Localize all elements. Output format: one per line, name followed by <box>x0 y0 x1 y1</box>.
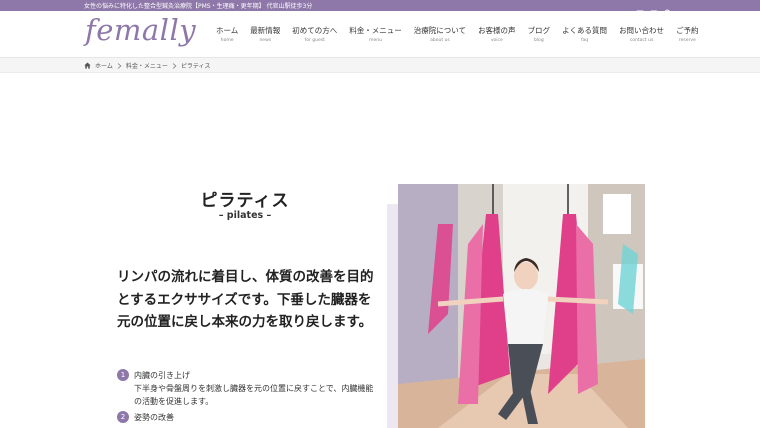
nav-item-home[interactable]: ホーム home <box>210 25 244 43</box>
breadcrumb-current: ピラティス <box>180 63 211 70</box>
breadcrumb-home[interactable]: ホーム <box>95 61 113 70</box>
nav-sublabel: contact us <box>629 38 654 43</box>
nav-item-contact[interactable]: お問い合わせ contact us <box>613 25 670 43</box>
nav-sublabel: for guest <box>304 38 325 43</box>
nav-sublabel: menu <box>369 38 382 43</box>
aerial-pilates-photo <box>398 184 645 428</box>
chevron-right-icon <box>172 62 177 69</box>
nav-label: 料金・メニュー <box>349 26 402 35</box>
nav-sublabel: voice <box>490 38 503 43</box>
nav-item-voice[interactable]: お客様の声 voice <box>472 25 522 43</box>
nav-label: お問い合わせ <box>619 26 665 35</box>
nav-label: ブログ <box>527 26 551 35</box>
breadcrumb: ホーム 料金・メニュー ピラティス <box>0 58 760 73</box>
tagline: 女性の悩みに特化した整合型鍼灸治療院【PMS・生理痛・更年期】 代官山駅徒歩3分 <box>84 3 313 10</box>
site-logo[interactable]: femally <box>85 13 196 47</box>
search-icon[interactable] <box>664 2 672 17</box>
page-subtitle: – pilates – <box>218 210 272 221</box>
nav-item-about-us[interactable]: 治療院について about us <box>408 25 472 43</box>
nav-item-blog[interactable]: ブログ blog <box>522 25 557 43</box>
nav-item-for-guest[interactable]: 初めての方へ for guest <box>286 25 343 43</box>
nav-sublabel: faq <box>580 38 589 43</box>
nav-sublabel: home <box>220 38 234 43</box>
nav-label: よくある質問 <box>562 26 608 35</box>
nav-sublabel: reserve <box>678 38 696 43</box>
nav-label: 最新情報 <box>250 26 281 35</box>
nav-label: ホーム <box>216 26 239 35</box>
top-bar: 女性の悩みに特化した整合型鍼灸治療院【PMS・生理痛・更年期】 代官山駅徒歩3分 <box>0 0 760 17</box>
point-title: 内臓の引き上げ <box>134 371 190 380</box>
chevron-right-icon <box>117 62 122 69</box>
mail-icon[interactable] <box>650 2 658 15</box>
nav-label: 治療院について <box>413 26 467 35</box>
breadcrumb-menu[interactable]: 料金・メニュー <box>126 61 168 70</box>
nav-sublabel: about us <box>430 38 450 43</box>
point-description: 下半身や骨盤周りを刺激し臓器を元の位置に戻すことで、内臓機能の活動を促進します。 <box>134 384 374 406</box>
youtube-icon[interactable] <box>636 2 644 15</box>
nav-sublabel: news <box>259 38 272 43</box>
page-title: ピラティス <box>200 191 290 211</box>
nav-sublabel: blog <box>533 38 544 43</box>
nav-label: ご予約 <box>676 26 699 35</box>
main-nav: ホーム home 最新情報 news 初めての方へ for guest 料金・メニュー… <box>210 25 705 43</box>
point-number: 1 <box>117 369 129 381</box>
topbar-icons <box>636 1 672 17</box>
nav-label: 初めての方へ <box>292 26 338 35</box>
nav-item-menu[interactable]: 料金・メニュー menu <box>343 25 408 43</box>
site-header: femally ホーム home 最新情報 news 初めての方へ for guest… <box>0 11 760 58</box>
home-icon <box>84 62 91 69</box>
point-number: 2 <box>117 411 129 423</box>
lead-text: リンパの流れに着目し、体質の改善を目的とするエクササイズです。下垂した臓器を元の… <box>117 269 374 330</box>
nav-label: お客様の声 <box>478 26 516 35</box>
nav-item-news[interactable]: 最新情報 news <box>244 25 286 43</box>
nav-item-faq[interactable]: よくある質問 faq <box>556 25 613 43</box>
point-title: 姿勢の改善 <box>134 413 174 422</box>
nav-item-reserve[interactable]: ご予約 reserve <box>670 25 705 43</box>
